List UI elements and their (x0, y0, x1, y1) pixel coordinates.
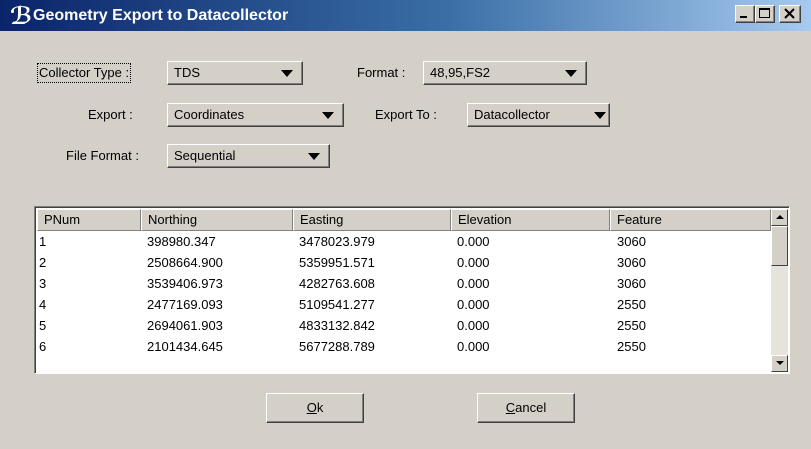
export-to-label: Export To : (375, 107, 437, 122)
chevron-down-icon (308, 153, 320, 160)
cell-pnum: 3 (39, 276, 47, 291)
column-header-easting[interactable]: Easting (293, 209, 451, 231)
table-header: PNum Northing Easting Elevation Feature (37, 209, 771, 231)
collector-type-value: TDS (174, 65, 200, 80)
chevron-down-icon (281, 70, 293, 77)
cancel-mnemonic: C (505, 400, 516, 415)
format-dropdown[interactable]: 48,95,FS2 (423, 61, 587, 85)
dialog-window: ℬ Geometry Export to Datacollector Colle… (0, 0, 811, 449)
minimize-icon (740, 16, 747, 18)
cell-easting: 4833132.842 (299, 318, 375, 333)
ok-mnemonic: O (306, 400, 317, 415)
cell-easting: 4282763.608 (299, 276, 375, 291)
close-icon (784, 8, 795, 19)
points-table[interactable]: PNum Northing Easting Elevation Feature … (34, 206, 790, 374)
column-header-pnum[interactable]: PNum (37, 209, 141, 231)
scroll-down-button[interactable] (771, 355, 788, 372)
chevron-down-icon (594, 112, 606, 119)
cell-easting: 5677288.789 (299, 339, 375, 354)
cell-northing: 3539406.973 (147, 276, 223, 291)
table-row[interactable]: 6 2101434.645 5677288.789 0.000 2550 (37, 336, 771, 357)
ok-label-rest: k (316, 400, 324, 415)
cell-pnum: 5 (39, 318, 47, 333)
collector-type-label: Collector Type : (36, 63, 132, 83)
cell-northing: 2101434.645 (147, 339, 223, 354)
window-title: Geometry Export to Datacollector (33, 7, 289, 24)
scrollbar-thumb[interactable] (771, 226, 788, 266)
cell-easting: 3478023.979 (299, 234, 375, 249)
cell-elevation: 0.000 (457, 318, 490, 333)
chevron-down-icon (565, 70, 577, 77)
cell-pnum: 4 (39, 297, 47, 312)
table-body: 1 398980.347 3478023.979 0.000 3060 2 25… (37, 231, 771, 373)
cell-elevation: 0.000 (457, 297, 490, 312)
minimize-button[interactable] (735, 5, 755, 23)
cell-elevation: 0.000 (457, 234, 490, 249)
export-label: Export : (88, 107, 133, 122)
chevron-down-icon (322, 112, 334, 119)
format-label: Format : (357, 65, 406, 80)
cell-elevation: 0.000 (457, 339, 490, 354)
cell-pnum: 6 (39, 339, 47, 354)
cancel-button[interactable]: Cancel (477, 393, 575, 423)
table-scrollbar[interactable] (771, 209, 788, 372)
cell-northing: 2694061.903 (147, 318, 223, 333)
cell-feature: 3060 (617, 276, 646, 291)
arrow-down-icon (776, 361, 784, 365)
cell-northing: 2477169.093 (147, 297, 223, 312)
table-row[interactable]: 3 3539406.973 4282763.608 0.000 3060 (37, 273, 771, 294)
table-row[interactable]: 5 2694061.903 4833132.842 0.000 2550 (37, 315, 771, 336)
table-row[interactable]: 1 398980.347 3478023.979 0.000 3060 (37, 231, 771, 252)
maximize-icon (759, 8, 770, 18)
column-header-feature[interactable]: Feature (610, 209, 771, 231)
cell-pnum: 2 (39, 255, 47, 270)
cell-easting: 5359951.571 (299, 255, 375, 270)
collector-type-dropdown[interactable]: TDS (167, 61, 303, 85)
export-to-dropdown[interactable]: Datacollector (467, 103, 610, 127)
cell-easting: 5109541.277 (299, 297, 375, 312)
title-bar[interactable]: ℬ Geometry Export to Datacollector (0, 0, 811, 31)
column-header-elevation[interactable]: Elevation (451, 209, 610, 231)
table-row[interactable]: 2 2508664.900 5359951.571 0.000 3060 (37, 252, 771, 273)
export-to-value: Datacollector (474, 107, 550, 122)
scroll-up-button[interactable] (771, 209, 788, 226)
file-format-dropdown[interactable]: Sequential (167, 144, 330, 168)
file-format-label: File Format : (66, 148, 139, 163)
app-logo-icon: ℬ (10, 2, 33, 30)
format-value: 48,95,FS2 (430, 65, 490, 80)
file-format-value: Sequential (174, 148, 236, 163)
cell-feature: 3060 (617, 255, 646, 270)
close-button[interactable] (779, 5, 801, 23)
cell-elevation: 0.000 (457, 255, 490, 270)
arrow-up-icon (776, 215, 784, 219)
ok-button[interactable]: Ok (266, 393, 364, 423)
cell-northing: 2508664.900 (147, 255, 223, 270)
export-dropdown[interactable]: Coordinates (167, 103, 344, 127)
cell-feature: 2550 (617, 297, 646, 312)
table-row[interactable]: 4 2477169.093 5109541.277 0.000 2550 (37, 294, 771, 315)
maximize-button[interactable] (755, 5, 775, 23)
cell-pnum: 1 (39, 234, 47, 249)
cell-northing: 398980.347 (147, 234, 216, 249)
cell-elevation: 0.000 (457, 276, 490, 291)
cell-feature: 2550 (617, 318, 646, 333)
column-header-northing[interactable]: Northing (141, 209, 293, 231)
cell-feature: 2550 (617, 339, 646, 354)
cancel-label-rest: ancel (515, 400, 547, 415)
export-value: Coordinates (174, 107, 245, 122)
cell-feature: 3060 (617, 234, 646, 249)
